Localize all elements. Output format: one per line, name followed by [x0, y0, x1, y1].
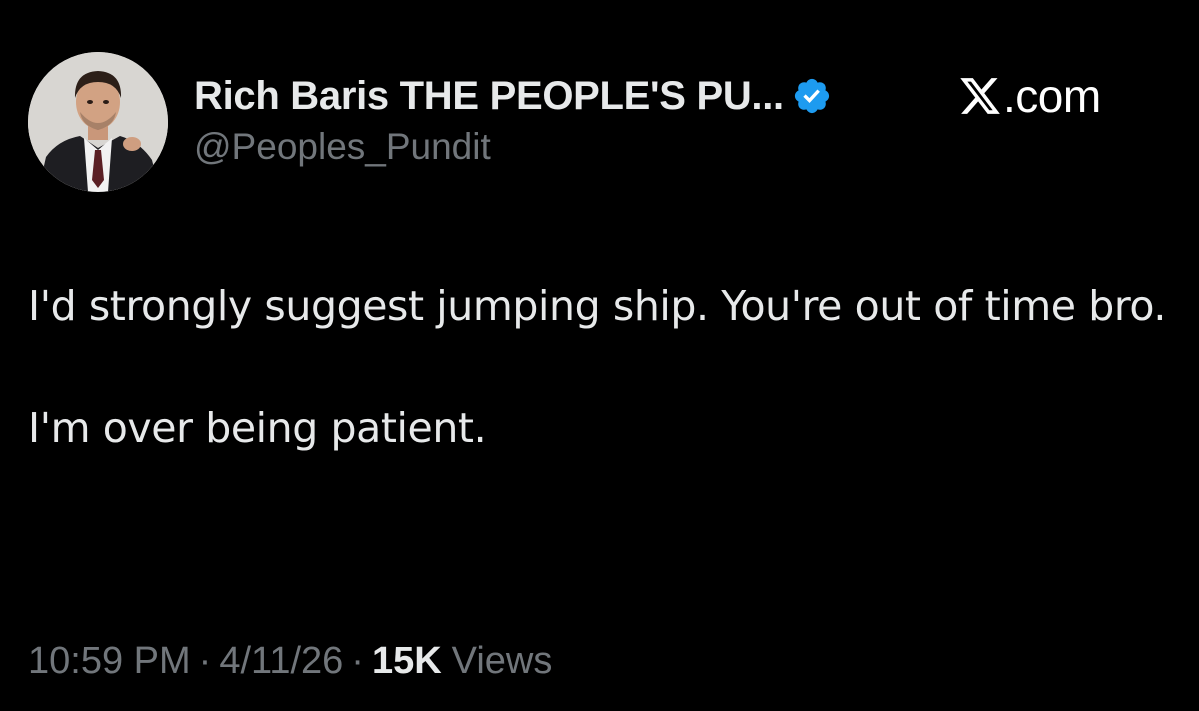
views-label: Views — [451, 640, 553, 682]
brand-text: .com — [1003, 70, 1101, 122]
tweet-card: Rich Baris THE PEOPLE'S PU... @Peoples_P… — [0, 0, 1199, 711]
tweet-paragraph: I'd strongly suggest jumping ship. You'r… — [28, 282, 1167, 330]
separator: · — [351, 640, 364, 682]
avatar[interactable] — [28, 52, 168, 192]
separator: · — [198, 640, 212, 682]
display-name[interactable]: Rich Baris THE PEOPLE'S PU... — [194, 74, 784, 119]
x-logo-icon — [958, 74, 1002, 118]
views-count: 15K — [371, 640, 442, 682]
tweet-meta: 10:59 PM · 4/11/26 · 15K Views — [28, 640, 552, 683]
brand-watermark: .com — [958, 68, 1101, 124]
tweet-text: I'd strongly suggest jumping ship. You'r… — [28, 276, 1168, 459]
verified-badge-icon — [792, 76, 832, 116]
tweet-paragraph: I'm over being patient. — [28, 404, 487, 452]
name-row: Rich Baris THE PEOPLE'S PU... — [194, 72, 832, 120]
timestamp-date[interactable]: 4/11/26 — [219, 640, 343, 683]
author-header: Rich Baris THE PEOPLE'S PU... @Peoples_P… — [194, 72, 832, 168]
handle[interactable]: @Peoples_Pundit — [194, 126, 832, 168]
timestamp-time[interactable]: 10:59 PM — [28, 640, 191, 683]
